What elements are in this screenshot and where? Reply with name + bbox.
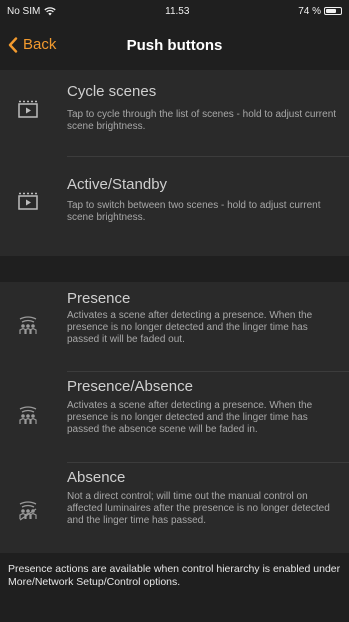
item-description: Not a direct control; will time out the … <box>67 491 330 526</box>
presence-buttons-section: Presence Activates a scene after detecti… <box>0 282 349 553</box>
battery-fill <box>326 9 337 13</box>
item-description: Activates a scene after detecting a pres… <box>67 400 313 435</box>
item-description: Activates a scene after detecting a pres… <box>67 310 313 345</box>
scene-icon <box>18 100 38 118</box>
list-item-active-standby[interactable]: Active/Standby Tap to switch between two… <box>0 162 349 256</box>
presence-absence-icon <box>19 406 37 424</box>
presence-icon <box>19 316 37 334</box>
clock: 11.53 <box>165 5 190 17</box>
item-title: Presence <box>67 290 131 307</box>
wifi-icon <box>44 6 57 15</box>
absence-icon <box>19 501 37 521</box>
list-item-presence[interactable]: Presence Activates a scene after detecti… <box>0 282 349 372</box>
list-item-cycle-scenes[interactable]: Cycle scenes Tap to cycle through the li… <box>0 70 349 162</box>
divider <box>67 156 349 157</box>
carrier-label: No SIM <box>7 5 41 17</box>
status-bar: No SIM 11.53 74 % <box>0 0 349 22</box>
status-right: 74 % <box>298 6 342 17</box>
item-title: Presence/Absence <box>67 378 193 395</box>
page-title: Push buttons <box>126 37 223 54</box>
navigation-bar: Back Push buttons <box>0 22 349 70</box>
list-item-presence-absence[interactable]: Presence/Absence Activates a scene after… <box>0 372 349 462</box>
item-description: Tap to cycle through the list of scenes … <box>67 109 337 132</box>
item-title: Cycle scenes <box>67 83 157 100</box>
list-item-absence[interactable]: Absence Not a direct control; will time … <box>0 463 349 553</box>
scene-icon <box>18 192 38 210</box>
footer-note: Presence actions are available when cont… <box>0 553 349 603</box>
battery-icon <box>324 7 342 15</box>
scene-buttons-section: Cycle scenes Tap to cycle through the li… <box>0 70 349 256</box>
item-title: Absence <box>67 469 126 486</box>
battery-percent: 74 % <box>298 5 321 17</box>
item-title: Active/Standby <box>67 176 168 193</box>
item-description: Tap to switch between two scenes - hold … <box>67 200 321 223</box>
status-left: No SIM <box>7 5 57 17</box>
